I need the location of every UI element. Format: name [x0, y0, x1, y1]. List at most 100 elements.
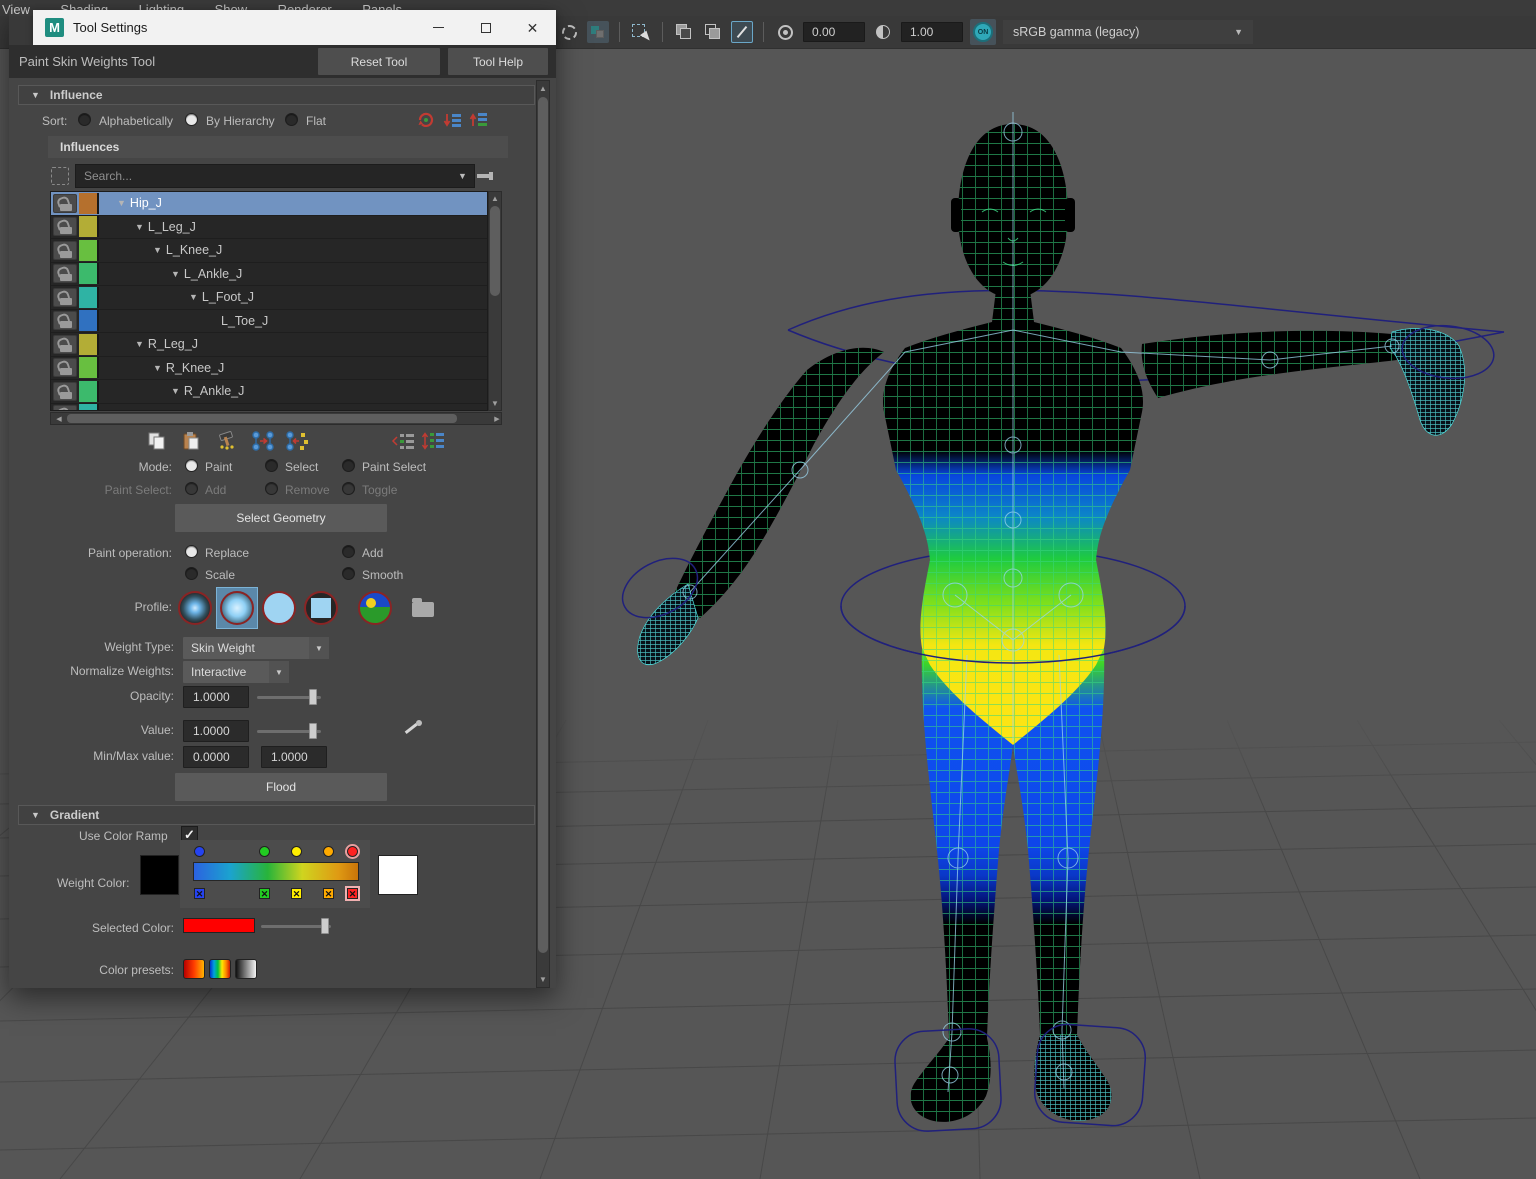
ramp-delete-marker[interactable]: ✕	[259, 888, 270, 899]
joint-color-swatch[interactable]	[79, 240, 99, 261]
lock-icon[interactable]	[53, 217, 77, 236]
sort-flat-radio[interactable]	[285, 113, 298, 126]
value-slider[interactable]	[257, 723, 321, 739]
lock-icon[interactable]	[53, 194, 77, 213]
refresh-influences-icon[interactable]	[414, 109, 438, 131]
ramp-marker-selected[interactable]	[347, 846, 358, 857]
select-geometry-button[interactable]: Select Geometry	[175, 504, 387, 532]
paint-op-scale-label[interactable]: Scale	[205, 568, 235, 582]
mode-paint-select-radio[interactable]	[342, 459, 355, 472]
ramp-marker[interactable]	[194, 846, 205, 857]
color-management-toggle[interactable]: ON	[970, 19, 996, 45]
sort-flat-label[interactable]: Flat	[306, 114, 326, 128]
mode-paint-label[interactable]: Paint	[205, 460, 232, 474]
paint-op-add-label[interactable]: Add	[362, 546, 383, 560]
max-value-field[interactable]: 1.0000	[261, 746, 327, 768]
influence-row[interactable]: ▼L_Toe_J	[51, 310, 487, 334]
mirror-weights-icon[interactable]	[251, 430, 275, 452]
joint-color-swatch[interactable]	[79, 357, 99, 378]
influence-row[interactable]: ▼Hip_J	[51, 192, 487, 216]
preset-grayscale-ramp[interactable]	[235, 959, 257, 979]
paste-weights-icon[interactable]	[179, 430, 203, 452]
ramp-marker[interactable]	[323, 846, 334, 857]
joint-color-swatch[interactable]	[79, 381, 99, 402]
gradient-section-header[interactable]: ▼ Gradient	[18, 805, 535, 825]
sort-alphabetically-label[interactable]: Alphabetically	[99, 114, 173, 128]
normalize-weights-dropdown[interactable]: Interactive▼	[183, 661, 289, 683]
lock-icon[interactable]	[53, 382, 77, 401]
brush-soft[interactable]	[220, 591, 254, 625]
paint-select-toggle-label[interactable]: Toggle	[362, 483, 397, 497]
influence-row[interactable]: ▼L_Knee_J	[51, 239, 487, 263]
joint-color-swatch[interactable]	[79, 310, 99, 331]
panel-scrollbar[interactable]: ▲ ▼	[536, 80, 550, 988]
snapshot-tool-icon[interactable]	[731, 21, 753, 43]
brush-solid[interactable]	[262, 591, 296, 625]
flood-button[interactable]: Flood	[175, 773, 387, 801]
color-ramp-bar[interactable]	[193, 862, 359, 881]
value-field[interactable]: 1.0000	[183, 720, 249, 742]
lock-icon[interactable]	[53, 241, 77, 260]
browse-brush-folder-icon[interactable]	[412, 602, 434, 617]
influence-section-header[interactable]: ▼ Influence	[18, 85, 535, 105]
ramp-marker[interactable]	[259, 846, 270, 857]
mode-select-radio[interactable]	[265, 459, 278, 472]
lock-icon[interactable]	[53, 288, 77, 307]
gamma-field[interactable]: 1.00	[901, 22, 963, 42]
mode-paint-select-label[interactable]: Paint Select	[362, 460, 426, 474]
renderer-swirl-icon[interactable]	[558, 21, 580, 43]
show-influenced-verts-icon[interactable]	[391, 430, 415, 452]
paint-op-scale-radio[interactable]	[185, 567, 198, 580]
paint-op-smooth-label[interactable]: Smooth	[362, 568, 403, 582]
influence-list-hscrollbar[interactable]: ◀ ▶	[50, 412, 502, 425]
influence-row[interactable]: ▼L_Foot_J	[51, 286, 487, 310]
paint-select-add-radio[interactable]	[185, 482, 198, 495]
isolate-select-icon[interactable]	[587, 21, 609, 43]
joint-color-swatch[interactable]	[79, 334, 99, 355]
preset-rainbow-ramp[interactable]	[209, 959, 231, 979]
sort-alphabetically-radio[interactable]	[78, 113, 91, 126]
move-influence-up-icon[interactable]	[467, 109, 491, 131]
reset-tool-button[interactable]: Reset Tool	[318, 48, 440, 75]
joint-color-swatch[interactable]	[79, 404, 99, 411]
paint-select-add-label[interactable]: Add	[205, 483, 226, 497]
sort-by-hierarchy-label[interactable]: By Hierarchy	[206, 114, 275, 128]
exposure-field[interactable]: 0.00	[803, 22, 865, 42]
lock-icon[interactable]	[53, 335, 77, 354]
mode-select-label[interactable]: Select	[285, 460, 318, 474]
copy-vertex-weights-icon[interactable]	[285, 430, 309, 452]
preset-red-ramp[interactable]	[183, 959, 205, 979]
joint-color-swatch[interactable]	[79, 287, 99, 308]
lock-icon[interactable]	[53, 264, 77, 283]
ramp-delete-marker[interactable]: ✕	[194, 888, 205, 899]
sort-by-hierarchy-radio[interactable]	[185, 113, 198, 126]
search-input[interactable]	[75, 164, 475, 188]
ramp-delete-marker-selected[interactable]: ✕	[347, 888, 358, 899]
influence-list-scrollbar[interactable]: ▲ ▼	[488, 191, 502, 411]
pin-filter-icon[interactable]	[477, 169, 493, 183]
opacity-field[interactable]: 1.0000	[183, 686, 249, 708]
copy-weights-icon[interactable]	[145, 430, 169, 452]
ramp-delete-marker[interactable]: ✕	[323, 888, 334, 899]
sort-influences-list-icon[interactable]	[421, 430, 445, 452]
move-influence-down-icon[interactable]	[441, 109, 465, 131]
paint-op-add-radio[interactable]	[342, 545, 355, 558]
ramp-delete-marker[interactable]: ✕	[291, 888, 302, 899]
min-value-field[interactable]: 0.0000	[183, 746, 249, 768]
brush-image[interactable]	[358, 591, 392, 625]
mode-paint-radio[interactable]	[185, 459, 198, 472]
joint-color-swatch[interactable]	[79, 193, 99, 214]
colorspace-dropdown[interactable]: sRGB gamma (legacy) ▼	[1003, 20, 1253, 44]
paint-select-remove-radio[interactable]	[265, 482, 278, 495]
marquee-select-icon[interactable]	[630, 21, 652, 43]
minimize-button[interactable]	[415, 10, 462, 45]
paint-select-remove-label[interactable]: Remove	[285, 483, 330, 497]
brush-square[interactable]	[304, 591, 338, 625]
influence-row[interactable]: ▼	[51, 404, 487, 412]
joint-color-swatch[interactable]	[79, 263, 99, 284]
influence-row[interactable]: ▼R_Knee_J	[51, 357, 487, 381]
weight-type-dropdown[interactable]: Skin Weight▼	[183, 637, 329, 659]
exposure-icon[interactable]	[774, 21, 796, 43]
maximize-button[interactable]	[462, 10, 509, 45]
window-title-bar[interactable]: M Tool Settings ✕	[33, 10, 556, 45]
